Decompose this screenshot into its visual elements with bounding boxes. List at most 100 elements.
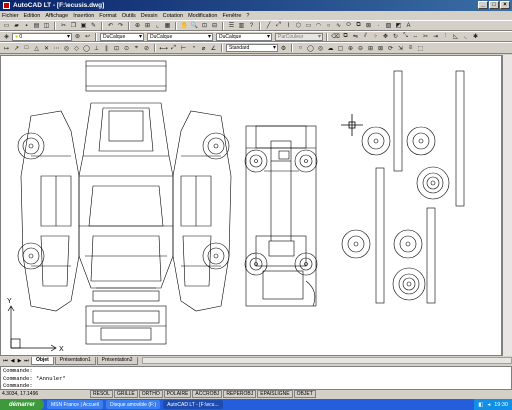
volume-icon[interactable]: ◂	[487, 402, 490, 408]
center-snap-icon[interactable]: ◎	[62, 44, 71, 53]
lineweight-select[interactable]: DuCalque	[216, 32, 272, 41]
regen-icon[interactable]: ⟳	[386, 44, 395, 53]
menu-insertion[interactable]: Insertion	[73, 13, 94, 19]
drawing-area[interactable]: Y X	[0, 55, 502, 356]
diameter-dim-icon[interactable]: ⌀	[199, 44, 208, 53]
vertical-scrollbar[interactable]	[502, 55, 512, 356]
pan-icon[interactable]: ✋	[180, 21, 189, 30]
tab-presentation1[interactable]: Présentation1	[54, 356, 96, 365]
last-tab-arrow-icon[interactable]: ⏭	[23, 358, 30, 364]
nearest-snap-icon[interactable]: ⌖	[132, 44, 141, 53]
none-snap-icon[interactable]: ⊘	[142, 44, 151, 53]
start-button[interactable]: démarrer	[0, 399, 44, 410]
angular-dim-icon[interactable]: ∠	[209, 44, 218, 53]
temp-track-icon[interactable]: ↦	[2, 44, 11, 53]
fillet-icon[interactable]: ◟	[461, 32, 470, 41]
hyperlink-icon[interactable]: ⊕	[133, 21, 142, 30]
new-file-icon[interactable]: ▭	[2, 21, 11, 30]
first-tab-arrow-icon[interactable]: ⏮	[2, 358, 9, 364]
rectangle-icon[interactable]: ▭	[304, 21, 313, 30]
print-icon[interactable]: ▤	[32, 21, 41, 30]
region-icon[interactable]: ◩	[394, 21, 403, 30]
layer-select[interactable]: ● 0	[12, 32, 72, 41]
circle-icon[interactable]: ○	[324, 21, 333, 30]
zoom-in-icon[interactable]: ⊕	[346, 44, 355, 53]
spline-icon[interactable]: ∿	[334, 21, 343, 30]
polyline-icon[interactable]: ⌇	[284, 21, 293, 30]
perpendicular-snap-icon[interactable]: ⊥	[92, 44, 101, 53]
properties-icon[interactable]: ☰	[227, 21, 236, 30]
open-folder-icon[interactable]: ▰	[12, 21, 21, 30]
copy-icon[interactable]: ❐	[69, 21, 78, 30]
aligned-dim-icon[interactable]: ⤢	[169, 44, 178, 53]
menu-modification[interactable]: Modification	[188, 13, 217, 19]
stretch-icon[interactable]: ⇔	[411, 32, 420, 41]
snap-icon[interactable]: ⊞	[143, 21, 152, 30]
status-resol[interactable]: RESOL	[90, 390, 113, 398]
circle-2p-icon[interactable]: ○	[296, 44, 305, 53]
polygon-icon[interactable]: ⬡	[294, 21, 303, 30]
command-line[interactable]: Commande: Commande: *Annuler* Commande:	[0, 366, 512, 390]
wipeout-icon[interactable]: ▢	[336, 44, 345, 53]
horizontal-scrollbar[interactable]	[141, 357, 512, 364]
status-accrobj[interactable]: ACCROBJ	[192, 390, 223, 398]
match-properties-icon[interactable]: ✎	[89, 21, 98, 30]
construction-line-icon[interactable]: ⤢	[274, 21, 283, 30]
tangent-snap-icon[interactable]: ◯	[82, 44, 91, 53]
undo-icon[interactable]: ↶	[106, 21, 115, 30]
point-icon[interactable]: ·	[374, 21, 383, 30]
dimstyle-select[interactable]: Standard	[226, 44, 278, 52]
save-icon[interactable]: ▪	[22, 21, 31, 30]
task-removable-disk[interactable]: Disque amovible (F:)	[105, 400, 161, 409]
explode-icon[interactable]: ✱	[471, 32, 480, 41]
status-objet[interactable]: OBJET	[293, 390, 316, 398]
snap-from-icon[interactable]: ↗	[12, 44, 21, 53]
copy-object-icon[interactable]: ⧉	[341, 32, 350, 41]
move-icon[interactable]: ✥	[381, 32, 390, 41]
task-msn[interactable]: MSN France | Accueil	[47, 400, 103, 409]
mirror-icon[interactable]: ⇋	[351, 32, 360, 41]
maximize-button[interactable]: □	[489, 1, 499, 9]
status-reperobj[interactable]: REPEROBJ	[223, 390, 257, 398]
make-block-icon[interactable]: ⊠	[364, 21, 373, 30]
zoom-all-icon[interactable]: ⊞	[366, 44, 375, 53]
tab-presentation2[interactable]: Présentation2	[96, 356, 138, 365]
zoom-out-icon[interactable]: ⊖	[356, 44, 365, 53]
network-icon[interactable]: ◧	[478, 402, 483, 408]
layer-manager-icon[interactable]: ◈	[2, 32, 11, 41]
design-center-icon[interactable]: ▥	[237, 21, 246, 30]
status-epaisligne[interactable]: EPAISLIGNE	[257, 390, 293, 398]
array-icon[interactable]: ⁘	[371, 32, 380, 41]
area-icon[interactable]: ⬚	[416, 44, 425, 53]
extension-snap-icon[interactable]: ⋯	[52, 44, 61, 53]
insert-block-icon[interactable]: ⧉	[354, 21, 363, 30]
menu-edition[interactable]: Edition	[24, 13, 41, 19]
next-tab-arrow-icon[interactable]: ▶	[16, 358, 23, 364]
task-autocad[interactable]: AutoCAD LT - [F:\ecu...	[163, 400, 223, 409]
status-grille[interactable]: GRILLE	[113, 390, 138, 398]
menu-affichage[interactable]: Affichage	[45, 13, 68, 19]
offset-icon[interactable]: ⫽	[361, 32, 370, 41]
clock[interactable]: 19:30	[494, 402, 508, 408]
arc-icon[interactable]: ◠	[314, 21, 323, 30]
prev-tab-arrow-icon[interactable]: ◀	[9, 358, 16, 364]
minimize-button[interactable]: _	[478, 1, 488, 9]
quadrant-snap-icon[interactable]: ◇	[72, 44, 81, 53]
erase-icon[interactable]: ⌫	[331, 32, 340, 41]
break-icon[interactable]: ⫶	[441, 32, 450, 41]
menu-format[interactable]: Format	[99, 13, 116, 19]
status-polaire[interactable]: POLAIRE	[163, 390, 192, 398]
color-select[interactable]: DuCalque	[100, 32, 144, 41]
drawing-svg[interactable]: Y X	[1, 56, 502, 356]
ucs-icon[interactable]: ⌞	[153, 21, 162, 30]
zoom-realtime-icon[interactable]: 🔍	[190, 21, 199, 30]
cut-icon[interactable]: ✂	[59, 21, 68, 30]
extend-icon[interactable]: ⇥	[431, 32, 440, 41]
zoom-previous-icon[interactable]: ⊟	[210, 21, 219, 30]
endpoint-snap-icon[interactable]: □	[22, 44, 31, 53]
revcloud-icon[interactable]: ☁	[326, 44, 335, 53]
linear-dim-icon[interactable]: ⟷	[159, 44, 168, 53]
donut-icon[interactable]: ◎	[316, 44, 325, 53]
autocad-app-icon[interactable]	[3, 2, 10, 9]
menu-cotation[interactable]: Cotation	[163, 13, 184, 19]
